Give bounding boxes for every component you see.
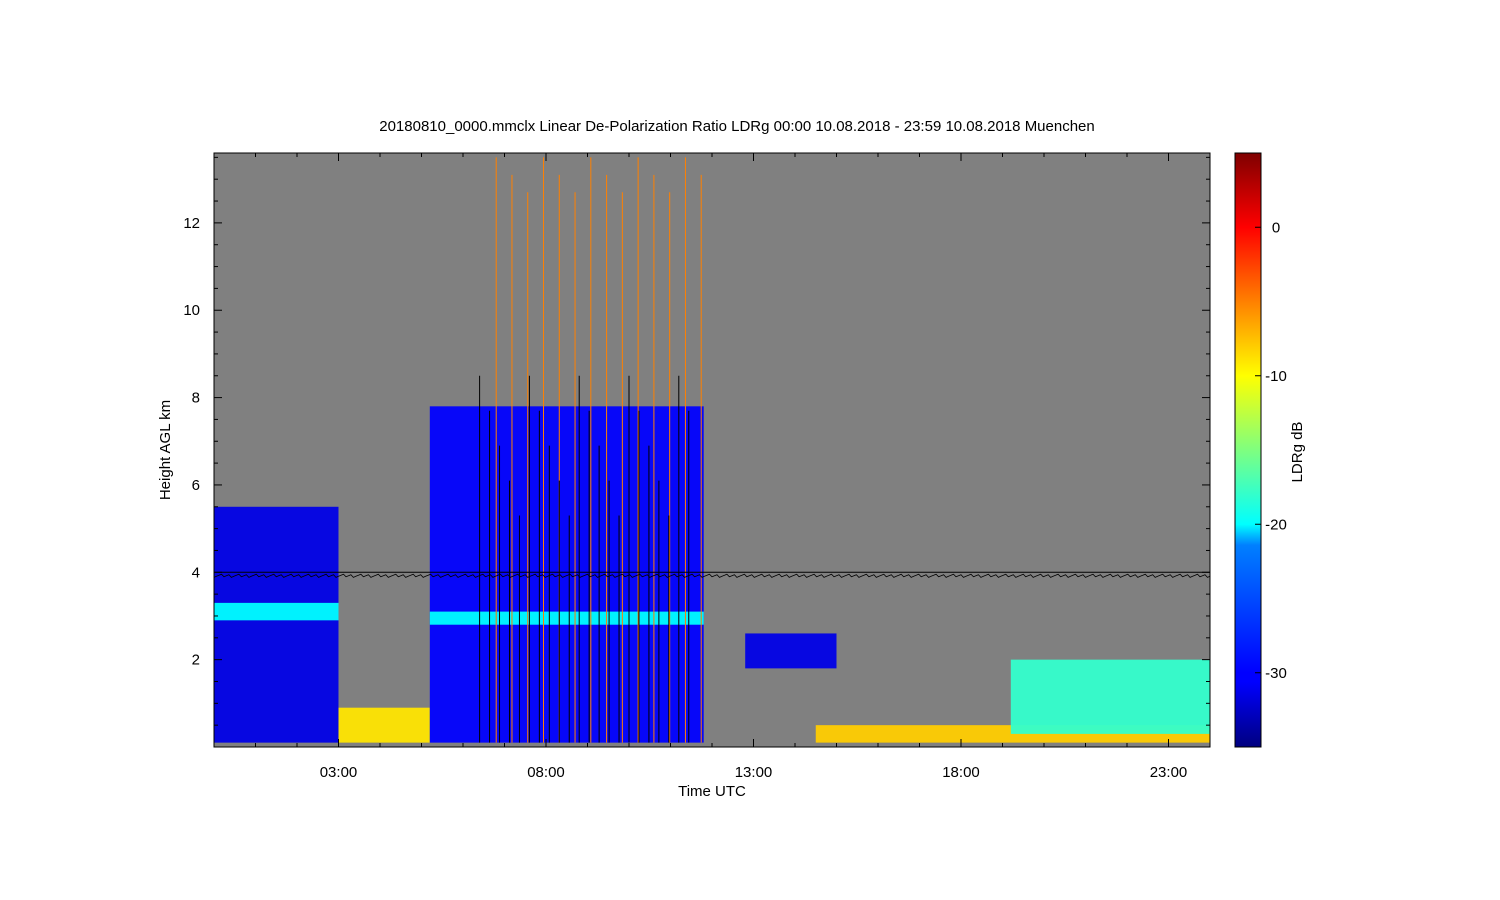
colorbar-tick-label: 0 (1272, 219, 1280, 236)
y-tick-label: 10 (183, 302, 200, 319)
y-tick-label: 4 (192, 564, 200, 581)
colorbar-tick-label: -20 (1265, 516, 1287, 533)
x-axis-label: Time UTC (678, 783, 746, 800)
x-tick-label: 23:00 (1150, 764, 1188, 781)
colorbar-gradient (1234, 152, 1262, 748)
plot-area (213, 152, 1211, 748)
heat-region (429, 611, 704, 625)
colorbar-tick-label: -30 (1265, 665, 1287, 682)
y-tick-label: 12 (183, 215, 200, 232)
x-tick-label: 18:00 (942, 764, 980, 781)
heat-region (214, 506, 339, 743)
heat-region (338, 707, 430, 743)
chart-title: 20180810_0000.mmclx Linear De-Polarizati… (379, 118, 1095, 135)
x-tick-label: 03:00 (320, 764, 358, 781)
colorbar-tick-label: -10 (1265, 368, 1287, 385)
heat-region (745, 633, 837, 669)
ldr-heatmap-chart: 20180810_0000.mmclx Linear De-Polarizati… (0, 0, 1500, 900)
y-tick-label: 8 (192, 390, 200, 407)
y-axis-label: Height AGL km (157, 400, 174, 500)
y-tick-label: 6 (192, 477, 200, 494)
plot-background (214, 153, 1210, 747)
heat-region (429, 406, 704, 743)
y-tick-label: 2 (192, 652, 200, 669)
heat-region (214, 602, 339, 621)
heat-region (1010, 659, 1210, 734)
colorbar-label: LDRg dB (1289, 422, 1306, 483)
x-tick-label: 08:00 (527, 764, 565, 781)
x-tick-label: 13:00 (735, 764, 773, 781)
